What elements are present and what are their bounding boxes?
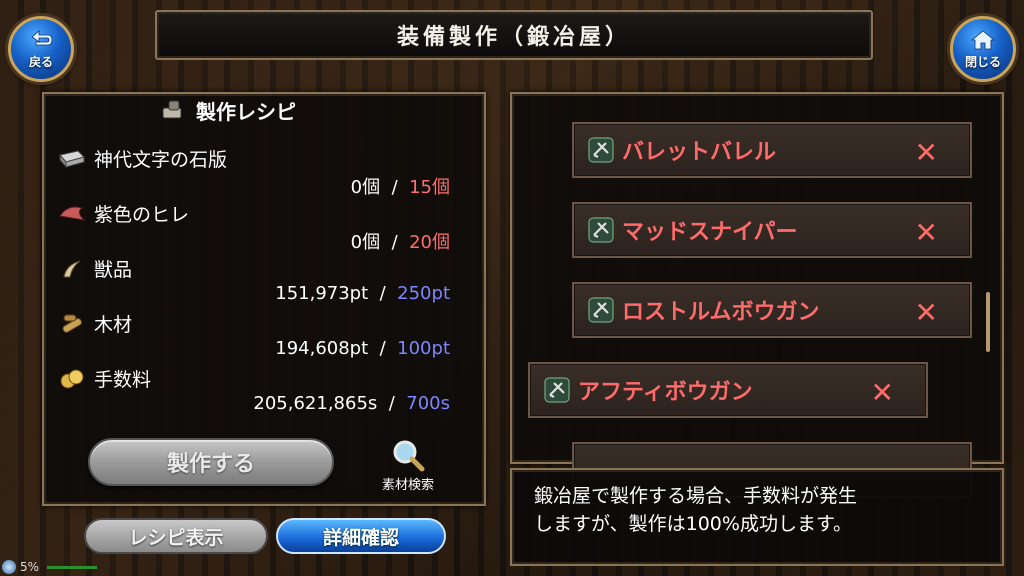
detail-check-button[interactable]: 詳細確認: [276, 518, 446, 554]
material-owned: 0個: [350, 232, 381, 253]
make-button-label: 製作する: [166, 452, 255, 477]
list-scrollbar[interactable]: [986, 292, 990, 352]
info-line-1: 鍛冶屋で製作する場合、手数料が発生: [534, 485, 858, 507]
material-separator: /: [388, 393, 395, 414]
material-row: 手数料 205,621,865s / 700s: [58, 365, 458, 421]
material-name: 獣品: [94, 259, 133, 281]
unavailable-mark: ✕: [914, 136, 938, 169]
material-owned: 194,608pt: [275, 338, 369, 359]
unavailable-mark: ✕: [914, 216, 938, 249]
battery-icon: [2, 560, 16, 574]
status-indicator: 5%: [2, 560, 98, 574]
fang-icon: [63, 260, 81, 277]
unavailable-mark: ✕: [914, 296, 938, 329]
material-required: 100pt: [397, 338, 450, 359]
crossbow-icon: [544, 377, 570, 403]
crossbow-icon: [588, 217, 614, 243]
crossbow-icon: [588, 137, 614, 163]
recipe-title: 製作レシピ: [196, 99, 296, 124]
back-arrow-icon: [31, 29, 53, 45]
detail-check-label: 詳細確認: [322, 526, 399, 549]
close-button[interactable]: 閉じる: [950, 16, 1016, 82]
page-title-text: 装備製作（鍛冶屋）: [396, 25, 631, 50]
weapon-name: マッドスナイパー: [622, 220, 798, 245]
material-row: 神代文字の石版 0個 / 15個: [58, 145, 458, 201]
material-search-button[interactable]: 素材検索: [368, 438, 448, 493]
material-owned: 0個: [350, 177, 381, 198]
progress-bar: [47, 565, 98, 569]
material-row: 紫色のヒレ 0個 / 20個: [58, 200, 458, 256]
unavailable-mark: ✕: [870, 376, 894, 409]
weapon-list-item-selected[interactable]: アフティボウガン ✕: [528, 362, 928, 418]
weapon-list-item[interactable]: バレットバレル ✕: [572, 122, 972, 178]
weapon-name: ロストルムボウガン: [622, 300, 820, 325]
page-title: 装備製作（鍛冶屋）: [155, 10, 873, 60]
material-required: 700s: [406, 393, 450, 414]
material-name: 木材: [94, 314, 133, 336]
recipe-view-button[interactable]: レシピ表示: [84, 518, 268, 554]
wood-icon: [62, 314, 83, 333]
material-separator: /: [379, 338, 386, 359]
material-row: 木材 194,608pt / 100pt: [58, 310, 458, 366]
material-search-label: 素材検索: [381, 478, 434, 493]
material-separator: /: [391, 232, 398, 253]
close-label: 閉じる: [964, 54, 1001, 69]
material-required: 20個: [409, 232, 450, 253]
material-owned: 205,621,865s: [253, 393, 378, 414]
recipe-header: 製作レシピ: [160, 95, 296, 125]
back-button[interactable]: 戻る: [8, 16, 74, 82]
weapon-name: アフティボウガン: [578, 380, 753, 405]
coin-icon: [60, 369, 84, 388]
fin-icon: [59, 206, 86, 221]
material-required: 15個: [409, 177, 450, 198]
material-name: 紫色のヒレ: [94, 204, 190, 226]
stone-tablet-icon: [59, 149, 85, 168]
weapon-name: バレットバレル: [622, 140, 777, 165]
material-required: 250pt: [397, 283, 450, 304]
back-label: 戻る: [28, 54, 53, 69]
magnifier-icon: [393, 440, 425, 472]
crossbow-icon: [588, 297, 614, 323]
material-name: 神代文字の石版: [94, 149, 228, 171]
crafting-icon: [162, 100, 182, 119]
info-line-2: しますが、製作は100%成功します。: [534, 513, 853, 535]
home-icon: [970, 29, 996, 49]
material-separator: /: [391, 177, 398, 198]
material-row: 獣品 151,973pt / 250pt: [58, 255, 458, 311]
weapon-list-item[interactable]: マッドスナイパー ✕: [572, 202, 972, 258]
recipe-view-label: レシピ表示: [128, 526, 224, 549]
weapon-list-item[interactable]: ロストルムボウガン ✕: [572, 282, 972, 338]
battery-text: 5%: [20, 560, 40, 574]
material-separator: /: [379, 283, 386, 304]
material-name: 手数料: [94, 369, 152, 391]
material-owned: 151,973pt: [275, 283, 369, 304]
make-button[interactable]: 製作する: [88, 438, 334, 486]
info-message-box: 鍛冶屋で製作する場合、手数料が発生 しますが、製作は100%成功します。: [510, 468, 1004, 566]
